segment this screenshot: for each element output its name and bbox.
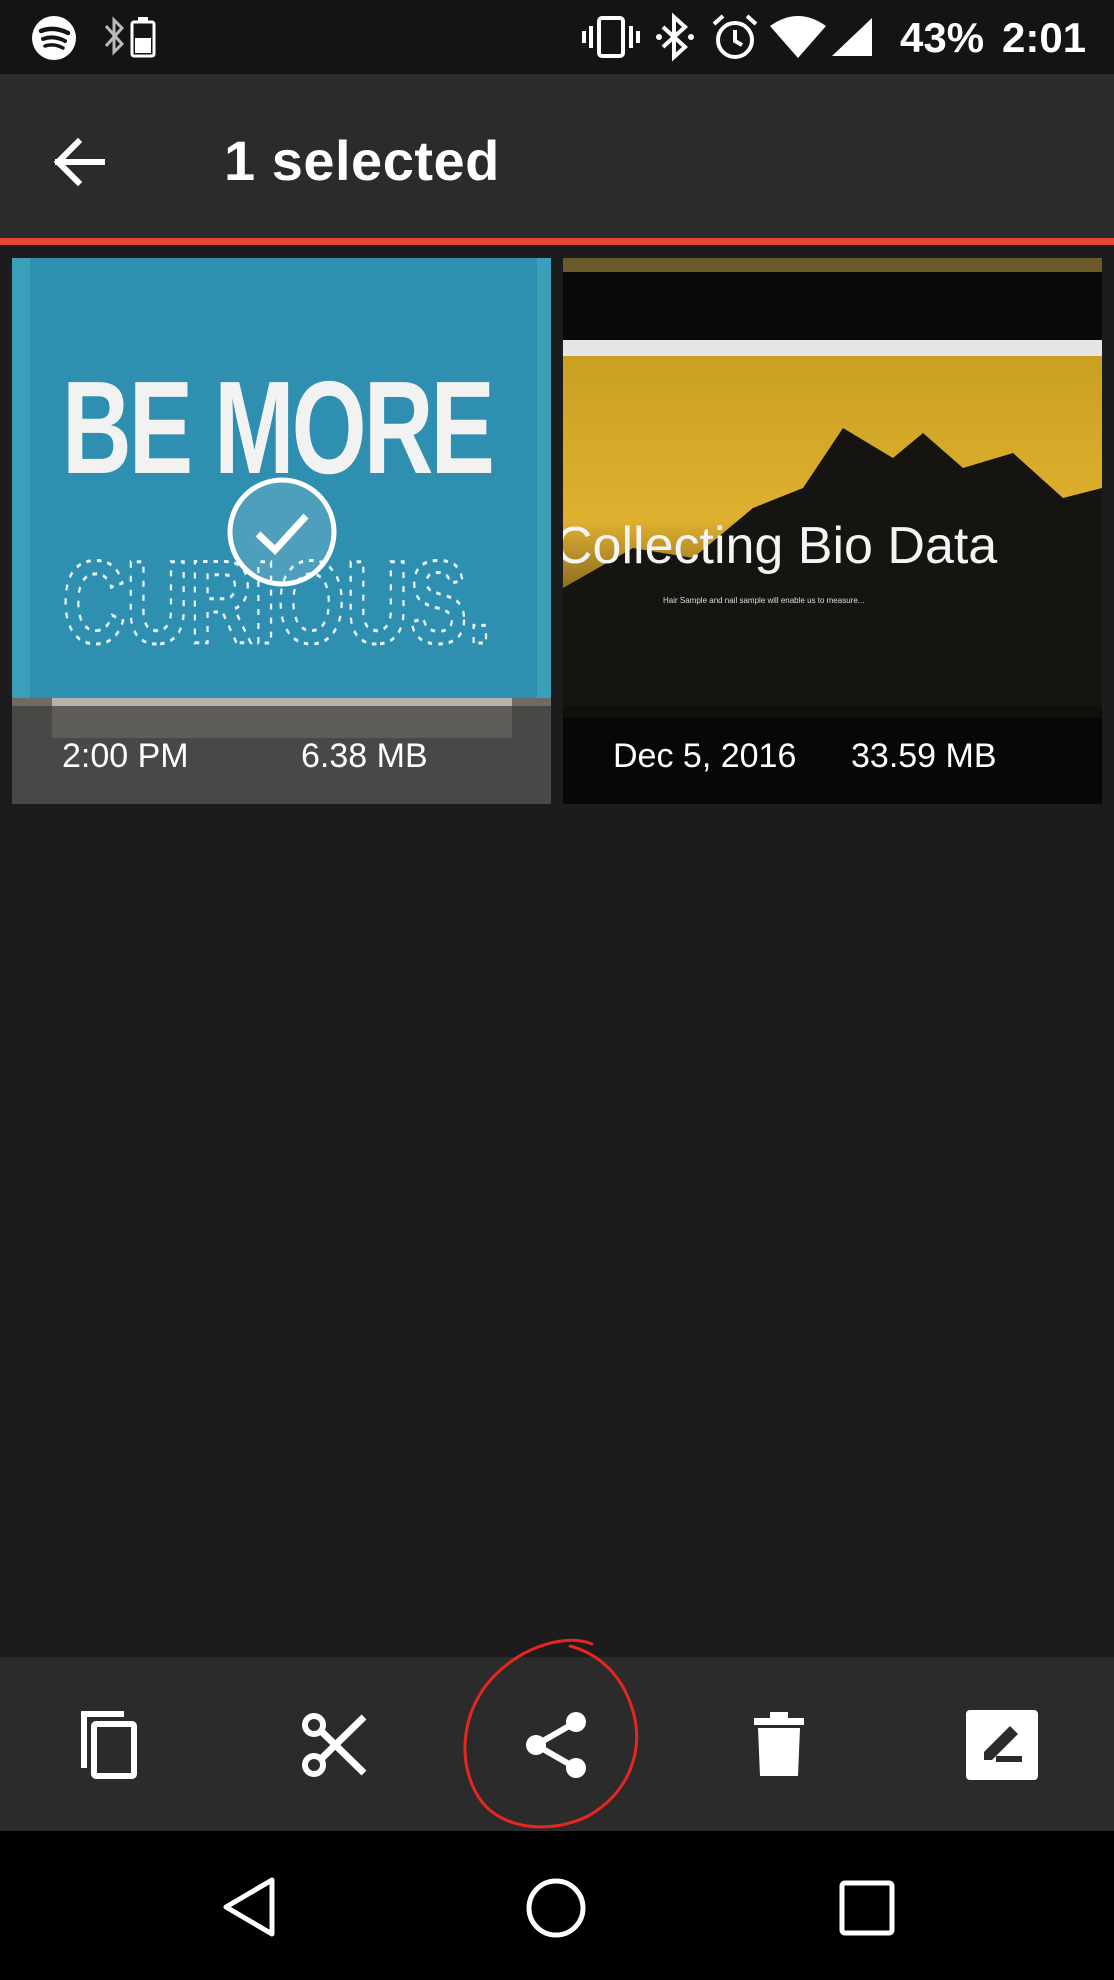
app-bar [0,74,1114,240]
selected-check-icon [227,477,337,587]
slide-subtitle: Hair Sample and nail sample will enable … [663,596,864,605]
bluetooth-icon [656,12,694,62]
photo-size: 33.59 MB [851,737,997,775]
cut-icon[interactable] [300,1711,370,1779]
status-bar: 43% 2:01 [0,0,1114,74]
bluetooth-battery-icon [104,16,156,58]
photo-time: 2:00 PM [62,737,189,775]
app-bar-accent-line [0,238,1114,245]
spotify-icon [32,16,76,60]
back-nav-icon[interactable] [218,1876,280,1938]
photo-tile[interactable]: Collecting Bio Data Hair Sample and nail… [563,258,1102,804]
recents-nav-icon[interactable] [838,1879,896,1937]
annotation-circle [463,1638,639,1829]
slide-title: Collecting Bio Data [563,517,997,575]
photo-tile[interactable]: BE MORE CURIOUS. 2:00 PM 6.38 MB [12,258,551,804]
wifi-icon [770,16,826,58]
back-arrow-icon[interactable] [50,132,110,192]
delete-icon[interactable] [752,1710,806,1780]
home-nav-icon[interactable] [524,1876,588,1940]
edit-icon[interactable] [964,1708,1040,1782]
alarm-icon [712,14,758,59]
vibrate-icon [582,16,640,58]
page-title: 1 selected [224,129,500,192]
signal-icon [832,18,872,56]
battery-percent: 43% [900,14,985,61]
clock: 2:01 [1002,14,1087,61]
copy-icon[interactable] [78,1708,140,1780]
photo-date: Dec 5, 2016 [613,737,797,775]
photo-size: 6.38 MB [301,737,428,775]
